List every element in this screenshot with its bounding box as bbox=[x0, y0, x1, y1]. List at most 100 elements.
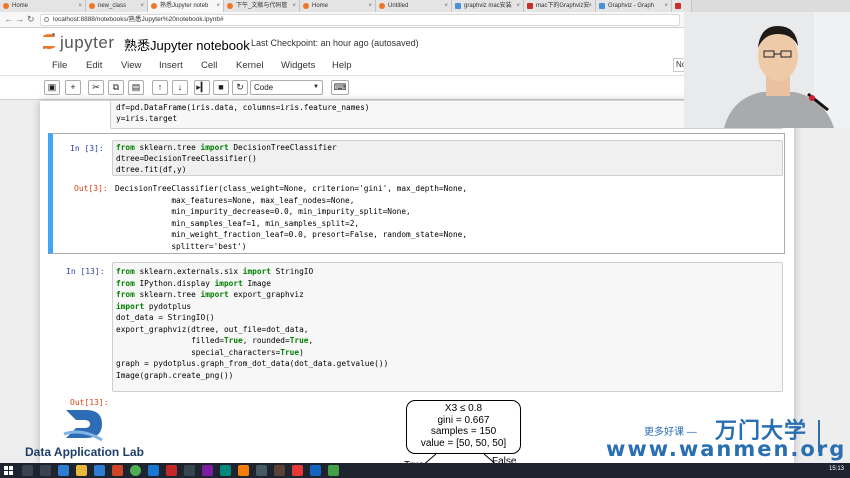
output-line: min_weight_fraction_leaf=0.0, presort=Fa… bbox=[115, 230, 468, 239]
app-icon[interactable] bbox=[274, 465, 285, 476]
run-icon[interactable]: ▸▎ bbox=[194, 80, 210, 95]
jupyter-favicon-icon bbox=[379, 3, 385, 9]
menu-help[interactable]: Help bbox=[332, 60, 352, 71]
terminal-icon[interactable] bbox=[184, 465, 195, 476]
restart-icon[interactable]: ↻ bbox=[232, 80, 248, 95]
app-icon[interactable] bbox=[202, 465, 213, 476]
browser-tab-graphviz-mac[interactable]: mac下的Graphviz安 × bbox=[524, 0, 596, 12]
menu-insert[interactable]: Insert bbox=[159, 60, 183, 71]
code-line: dtree.fit(df,y) bbox=[116, 165, 187, 174]
close-icon[interactable]: × bbox=[516, 0, 520, 12]
forward-icon[interactable]: → bbox=[15, 14, 24, 24]
jupyter-logo-icon[interactable] bbox=[42, 33, 56, 51]
app-icon[interactable] bbox=[292, 465, 303, 476]
browser-tab-home-2[interactable]: Home × bbox=[300, 0, 376, 12]
close-icon[interactable]: × bbox=[292, 0, 296, 12]
jupyter-logo-text[interactable]: jupyter bbox=[60, 33, 115, 53]
office-icon[interactable] bbox=[112, 465, 123, 476]
code-line: export_graphviz(dtree, out_file=dot_data… bbox=[116, 324, 309, 334]
app-icon[interactable] bbox=[256, 465, 267, 476]
url-field[interactable]: localhost:8888/notebooks/熟悉Jupyter%20not… bbox=[40, 14, 680, 26]
in-prompt: In [13]: bbox=[66, 267, 105, 276]
node-value: value = [50, 50, 50] bbox=[420, 437, 507, 449]
powerpoint-icon[interactable] bbox=[166, 465, 177, 476]
close-icon[interactable]: × bbox=[140, 0, 144, 12]
menu-view[interactable]: View bbox=[121, 60, 141, 71]
output-line: DecisionTreeClassifier(class_weight=None… bbox=[115, 184, 468, 193]
info-icon bbox=[44, 17, 49, 22]
code-line: dtree=DecisionTreeClassifier() bbox=[116, 154, 257, 163]
search-icon[interactable] bbox=[22, 465, 33, 476]
stop-icon[interactable]: ■ bbox=[213, 80, 229, 95]
code-line: special_characters=True) bbox=[116, 347, 304, 357]
back-icon[interactable]: ← bbox=[4, 14, 13, 24]
word-icon[interactable] bbox=[148, 465, 159, 476]
code-line: dot_data = StringIO() bbox=[116, 313, 215, 322]
csdn-favicon-icon bbox=[675, 3, 681, 9]
app-icon[interactable] bbox=[328, 465, 339, 476]
move-up-icon[interactable]: ↑ bbox=[152, 80, 168, 95]
browser-tab-afternoon[interactable]: 下午_文献与代码管 × bbox=[224, 0, 300, 12]
menu-file[interactable]: File bbox=[52, 60, 67, 71]
windows-start-icon[interactable] bbox=[4, 466, 13, 475]
close-icon[interactable]: × bbox=[588, 0, 592, 12]
browser-tab-home[interactable]: Home × bbox=[0, 0, 86, 12]
jupyter-favicon-icon bbox=[3, 3, 9, 9]
task-view-icon[interactable] bbox=[40, 465, 51, 476]
browser-tab-graphviz-install[interactable]: graphviz mac安装 × bbox=[452, 0, 524, 12]
code-line: y=iris.target bbox=[116, 114, 178, 123]
menu-edit[interactable]: Edit bbox=[86, 60, 102, 71]
save-icon[interactable]: ▣ bbox=[44, 80, 60, 95]
node-gini: gini = 0.667 bbox=[437, 414, 490, 426]
node-samples: samples = 150 bbox=[430, 426, 497, 437]
close-icon[interactable]: × bbox=[664, 0, 668, 12]
code-line: Image(graph.create_png()) bbox=[116, 370, 234, 380]
browser-tab-csdn[interactable] bbox=[672, 0, 692, 12]
output-line: min_impurity_decrease=0.0, min_impurity_… bbox=[115, 207, 411, 216]
edge-browser-icon[interactable] bbox=[58, 465, 69, 476]
app-icon[interactable] bbox=[310, 465, 321, 476]
code-line: filled=True, rounded=True, bbox=[116, 336, 314, 345]
code-line-import-tree: from sklearn.tree import DecisionTreeCla… bbox=[116, 143, 337, 152]
menu-kernel[interactable]: Kernel bbox=[236, 60, 263, 71]
browser-tab-new-class[interactable]: new_class × bbox=[86, 0, 148, 12]
output-line: min_samples_leaf=1, min_samples_split=2, bbox=[115, 218, 360, 228]
close-icon[interactable]: × bbox=[444, 0, 448, 12]
browser-tab-notebook[interactable]: 熟悉Jupyter noteb × bbox=[148, 0, 224, 12]
cell-type-select[interactable]: Code ▼ bbox=[250, 80, 323, 95]
code-line: from sklearn.externals.six import String… bbox=[116, 267, 314, 276]
paste-icon[interactable]: ▤ bbox=[128, 80, 144, 95]
app-icon[interactable] bbox=[220, 465, 231, 476]
command-palette-icon[interactable]: ⌨ bbox=[331, 80, 349, 95]
reload-icon[interactable]: ↻ bbox=[27, 14, 35, 25]
move-down-icon[interactable]: ↓ bbox=[172, 80, 188, 95]
copy-icon[interactable]: ⧉ bbox=[108, 80, 124, 95]
browser-tab-strip: Home × new_class × 熟悉Jupyter noteb × 下午_文献与… bbox=[0, 0, 850, 12]
browser-tab-untitled[interactable]: Untitled × bbox=[376, 0, 452, 12]
menu-widgets[interactable]: Widgets bbox=[281, 60, 315, 71]
page-favicon-icon bbox=[455, 3, 461, 9]
output-line: max_features=None, max_leaf_nodes=None, bbox=[115, 195, 355, 205]
watermark-url: www.wanmen.org bbox=[606, 437, 847, 461]
cut-icon[interactable]: ✂ bbox=[88, 80, 104, 95]
taskbar-clock[interactable]: 15:13 bbox=[829, 466, 844, 472]
output-line: splitter='best') bbox=[115, 241, 247, 251]
close-icon[interactable]: × bbox=[368, 0, 372, 12]
tree-root-node: X3 ≤ 0.8 gini = 0.667 samples = 150 valu… bbox=[406, 400, 521, 454]
browser-tab-graphviz[interactable]: Graphviz - Graph × bbox=[596, 0, 672, 12]
page-favicon-icon bbox=[599, 3, 605, 9]
close-icon[interactable]: × bbox=[78, 0, 82, 12]
store-icon[interactable] bbox=[94, 465, 105, 476]
chrome-icon[interactable] bbox=[130, 465, 141, 476]
jupyter-favicon-icon bbox=[303, 3, 309, 9]
close-icon[interactable]: × bbox=[216, 0, 220, 12]
screen: { "browser": { "tabs": [ {"label": "Home… bbox=[0, 0, 850, 478]
file-explorer-icon[interactable] bbox=[76, 465, 87, 476]
notebook-title[interactable]: 熟悉Jupyter notebook bbox=[124, 35, 250, 54]
add-cell-icon[interactable]: + bbox=[65, 80, 81, 95]
app-icon[interactable] bbox=[238, 465, 249, 476]
menu-cell[interactable]: Cell bbox=[201, 60, 217, 71]
presenter-image bbox=[684, 12, 850, 128]
code-line: from IPython.display import Image bbox=[116, 278, 271, 288]
csdn-favicon-icon bbox=[527, 3, 533, 9]
